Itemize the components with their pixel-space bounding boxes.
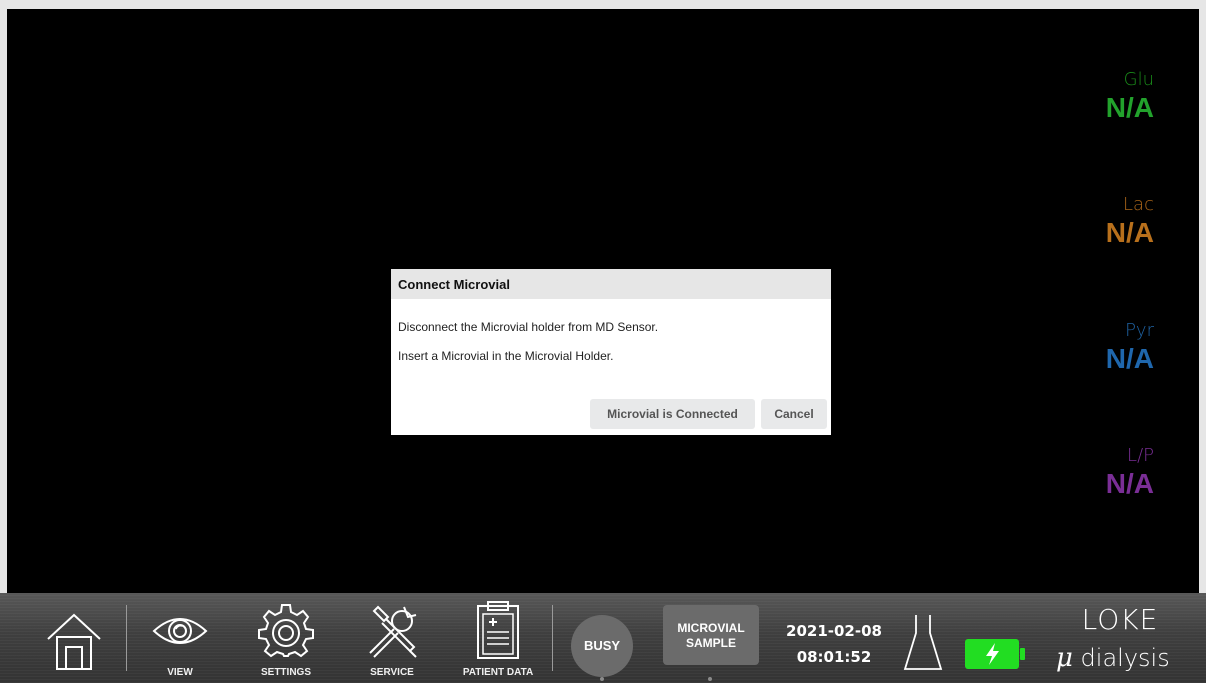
- sample-label-line2: SAMPLE: [685, 636, 736, 650]
- metric-lac: Lac N/A: [1034, 194, 1154, 250]
- view-label: VIEW: [167, 667, 193, 678]
- window-right-border: [1199, 9, 1206, 593]
- metric-pyr: Pyr N/A: [1034, 320, 1154, 376]
- sample-label-line1: MICROVIAL: [677, 621, 745, 635]
- brand-logo-dialysis-text: dialysis: [1080, 644, 1170, 672]
- eye-icon: [152, 618, 208, 644]
- busy-indicator: BUSY: [571, 615, 633, 677]
- settings-label: SETTINGS: [260, 667, 311, 678]
- service-button[interactable]: SERVICE: [352, 593, 432, 683]
- battery-charging-icon: [965, 639, 1025, 669]
- dialog-instruction-1: Disconnect the Microvial holder from MD …: [398, 320, 659, 334]
- date-display: 2021-02-08: [786, 622, 882, 640]
- metric-pyr-name: Pyr: [1125, 320, 1154, 341]
- gear-icon: [258, 604, 314, 658]
- dialog-instruction-2: Insert a Microvial in the Microvial Hold…: [398, 349, 614, 363]
- metric-lp-name: L/P: [1127, 445, 1154, 466]
- microvial-sample-button[interactable]: MICROVIAL SAMPLE: [663, 605, 759, 665]
- metric-lac-name: Lac: [1123, 194, 1154, 215]
- metric-lp: L/P N/A: [1034, 445, 1154, 501]
- brand-logo-dialysis: μ dialysis: [1056, 643, 1196, 673]
- home-icon: [47, 613, 101, 670]
- view-button[interactable]: VIEW: [140, 593, 220, 683]
- metric-pyr-value: N/A: [1105, 343, 1154, 374]
- cancel-button[interactable]: Cancel: [761, 399, 827, 429]
- sample-dot: [708, 677, 712, 681]
- connect-microvial-dialog: Connect Microvial Disconnect the Microvi…: [391, 269, 831, 435]
- tools-icon: [369, 605, 417, 658]
- brand-logo-loke: LOKE: [1081, 603, 1159, 636]
- window-left-border: [0, 9, 7, 593]
- flask-icon: [903, 615, 943, 670]
- toolbar-divider: [126, 605, 127, 671]
- patient-data-label: PATIENT DATA: [462, 667, 534, 678]
- service-label: SERVICE: [370, 667, 414, 678]
- bottom-toolbar: VIEW SETTINGS SERVICE PATIENT DATA BUSY …: [0, 593, 1206, 683]
- window-top-border: [0, 0, 1206, 9]
- brand-logo-mu: μ: [1056, 643, 1073, 673]
- busy-dot: [600, 677, 604, 681]
- metric-lp-value: N/A: [1105, 468, 1154, 499]
- clipboard-icon: [477, 601, 519, 659]
- time-display: 08:01:52: [796, 648, 872, 666]
- metric-glu-value: N/A: [1105, 92, 1154, 123]
- metric-glu: Glu N/A: [1034, 69, 1154, 125]
- dialog-title: Connect Microvial: [391, 269, 831, 299]
- settings-button[interactable]: SETTINGS: [246, 593, 326, 683]
- patient-data-button[interactable]: PATIENT DATA: [453, 593, 543, 683]
- microvial-connected-button[interactable]: Microvial is Connected: [590, 399, 755, 429]
- battery-indicator: [964, 638, 1026, 670]
- metric-glu-name: Glu: [1123, 69, 1154, 90]
- metric-lac-value: N/A: [1105, 217, 1154, 248]
- home-button[interactable]: [44, 609, 104, 671]
- toolbar-divider: [552, 605, 553, 671]
